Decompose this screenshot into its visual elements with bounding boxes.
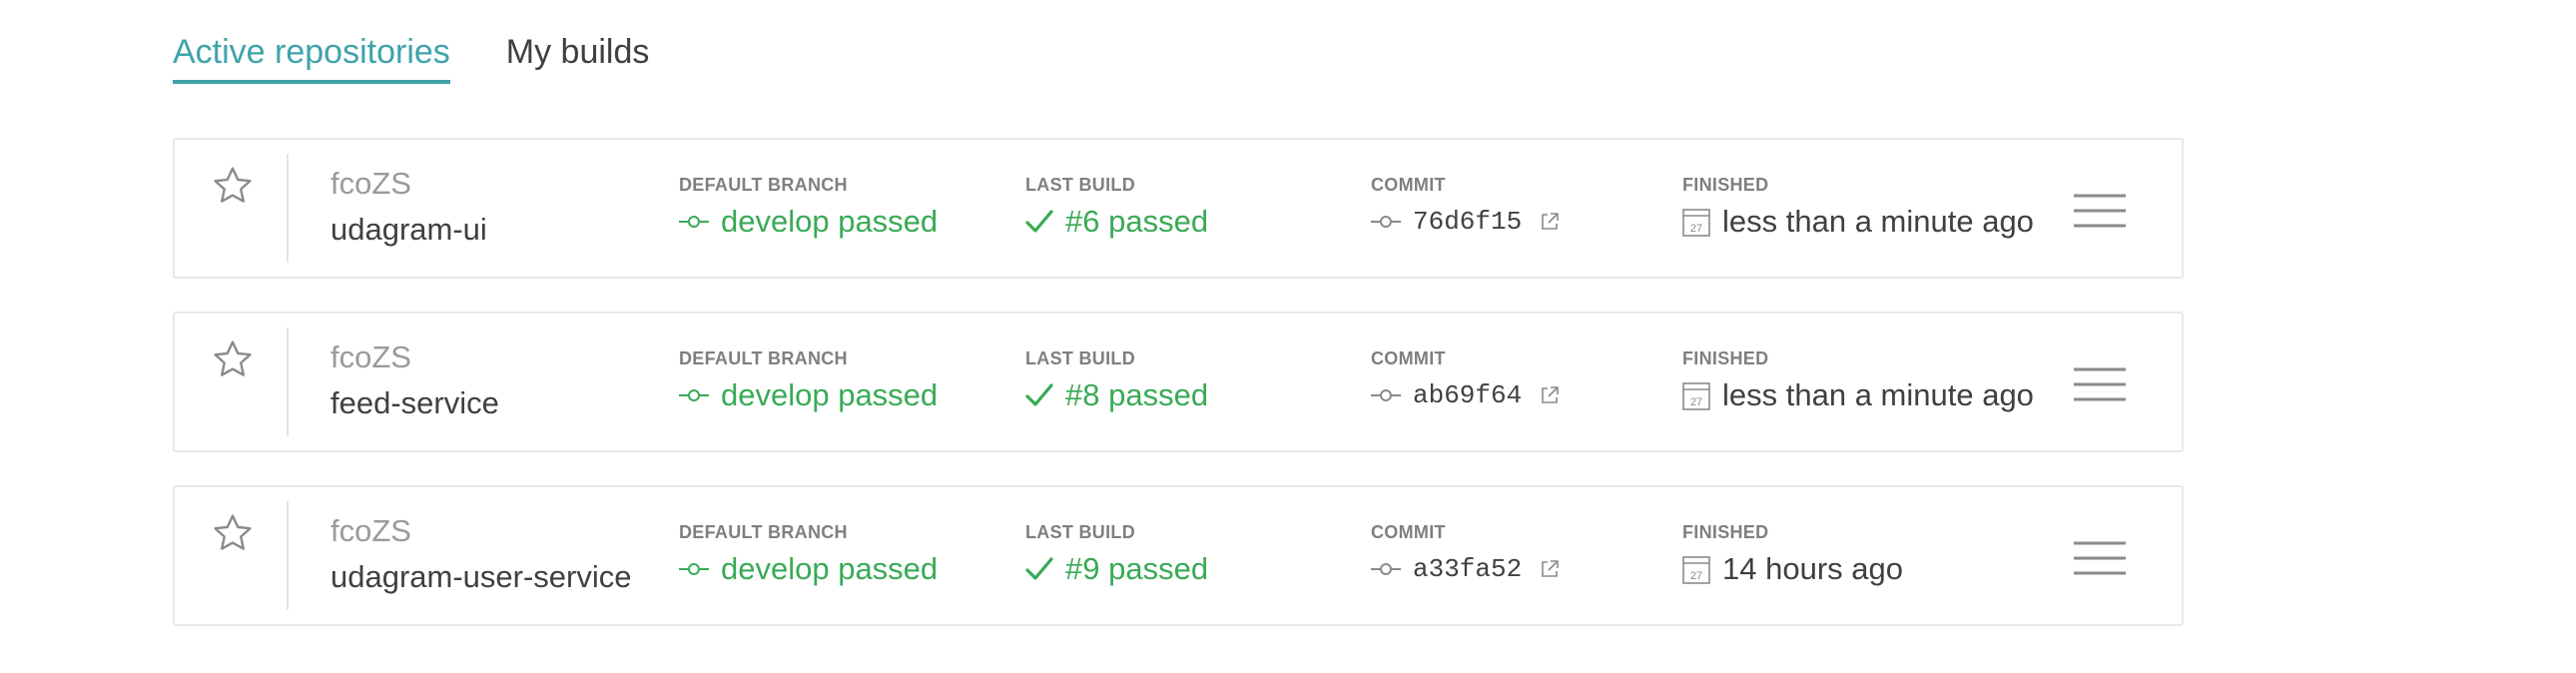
- repository-list: fcoZS udagram-ui DEFAULT BRANCH develop …: [173, 138, 2184, 659]
- commit-icon: [1371, 216, 1401, 228]
- commit-sha-link[interactable]: 76d6f15: [1413, 202, 1522, 242]
- build-status-link[interactable]: #9 passed: [1025, 549, 1208, 589]
- external-link-icon[interactable]: [1540, 385, 1560, 405]
- tab-my-builds[interactable]: My builds: [506, 28, 650, 80]
- tab-active-repositories[interactable]: Active repositories: [173, 28, 450, 84]
- finished-value: 27 14 hours ago: [1682, 549, 1903, 589]
- repository-name[interactable]: udagram-ui: [330, 212, 487, 248]
- divider: [287, 328, 289, 436]
- branch-status-text: develop passed: [721, 377, 939, 412]
- default-branch-label: DEFAULT BRANCH: [679, 348, 848, 368]
- default-branch-label: DEFAULT BRANCH: [679, 522, 848, 542]
- last-build-label: LAST BUILD: [1025, 348, 1135, 368]
- calendar-icon: 27: [1682, 382, 1710, 410]
- default-branch-label: DEFAULT BRANCH: [679, 175, 848, 195]
- branch-status-link[interactable]: develop passed: [679, 375, 938, 415]
- branch-status-text: develop passed: [721, 204, 939, 239]
- svg-text:27: 27: [1690, 223, 1702, 235]
- branch-commit-icon: [679, 563, 709, 575]
- repository-owner: fcoZS: [330, 166, 411, 201]
- finished-time: 14 hours ago: [1722, 551, 1903, 586]
- repository-owner: fcoZS: [330, 513, 411, 548]
- commit-column: COMMIT a33fa52: [1371, 521, 1560, 589]
- external-link-icon[interactable]: [1540, 212, 1560, 232]
- finished-time: less than a minute ago: [1722, 377, 2034, 412]
- svg-text:27: 27: [1690, 396, 1702, 408]
- build-status-link[interactable]: #6 passed: [1025, 202, 1208, 242]
- repository-card: fcoZS udagram-user-service DEFAULT BRANC…: [173, 485, 2184, 626]
- finished-column: FINISHED 27 less than a minute ago: [1682, 174, 2034, 242]
- last-build-column: LAST BUILD #6 passed: [1025, 174, 1208, 242]
- calendar-icon: 27: [1682, 209, 1710, 237]
- branch-status-text: develop passed: [721, 551, 939, 586]
- finished-value: 27 less than a minute ago: [1682, 202, 2034, 242]
- tab-bar: Active repositories My builds: [173, 28, 649, 84]
- finished-time: less than a minute ago: [1722, 204, 2034, 239]
- build-status-text: #6 passed: [1065, 204, 1209, 239]
- divider: [287, 501, 289, 610]
- star-icon[interactable]: [211, 511, 255, 555]
- finished-value: 27 less than a minute ago: [1682, 375, 2034, 415]
- commit-label: COMMIT: [1371, 175, 1446, 195]
- build-status-text: #9 passed: [1065, 551, 1209, 586]
- last-build-label: LAST BUILD: [1025, 175, 1135, 195]
- branch-commit-icon: [679, 389, 709, 401]
- commit-column: COMMIT 76d6f15: [1371, 174, 1560, 242]
- finished-label: FINISHED: [1682, 348, 1769, 368]
- branch-commit-icon: [679, 216, 709, 228]
- build-status-text: #8 passed: [1065, 377, 1209, 412]
- commit-column: COMMIT ab69f64: [1371, 347, 1560, 415]
- finished-label: FINISHED: [1682, 175, 1769, 195]
- commit-icon: [1371, 389, 1401, 401]
- hamburger-menu-icon[interactable]: [2072, 540, 2128, 576]
- repository-name[interactable]: udagram-user-service: [330, 559, 632, 595]
- finished-column: FINISHED 27 14 hours ago: [1682, 521, 1903, 589]
- branch-status-link[interactable]: develop passed: [679, 549, 938, 589]
- branch-status-link[interactable]: develop passed: [679, 202, 938, 242]
- check-icon: [1025, 383, 1053, 406]
- commit-value: 76d6f15: [1371, 202, 1560, 242]
- commit-icon: [1371, 563, 1401, 575]
- check-icon: [1025, 210, 1053, 233]
- hamburger-menu-icon[interactable]: [2072, 366, 2128, 402]
- commit-value: a33fa52: [1371, 549, 1560, 589]
- repository-owner: fcoZS: [330, 339, 411, 374]
- commit-sha-link[interactable]: ab69f64: [1413, 375, 1522, 415]
- check-icon: [1025, 557, 1053, 580]
- repository-card: fcoZS udagram-ui DEFAULT BRANCH develop …: [173, 138, 2184, 279]
- default-branch-column: DEFAULT BRANCH develop passed: [679, 521, 938, 589]
- commit-label: COMMIT: [1371, 348, 1446, 368]
- last-build-column: LAST BUILD #9 passed: [1025, 521, 1208, 589]
- divider: [287, 154, 289, 263]
- default-branch-column: DEFAULT BRANCH develop passed: [679, 174, 938, 242]
- hamburger-menu-icon[interactable]: [2072, 193, 2128, 229]
- external-link-icon[interactable]: [1540, 559, 1560, 579]
- repository-card: fcoZS feed-service DEFAULT BRANCH develo…: [173, 312, 2184, 452]
- star-icon[interactable]: [211, 164, 255, 208]
- calendar-icon: 27: [1682, 556, 1710, 584]
- commit-label: COMMIT: [1371, 522, 1446, 542]
- svg-text:27: 27: [1690, 570, 1702, 582]
- build-status-link[interactable]: #8 passed: [1025, 375, 1208, 415]
- page: Active repositories My builds fcoZS udag…: [0, 0, 2576, 673]
- default-branch-column: DEFAULT BRANCH develop passed: [679, 347, 938, 415]
- last-build-label: LAST BUILD: [1025, 522, 1135, 542]
- star-icon[interactable]: [211, 337, 255, 381]
- last-build-column: LAST BUILD #8 passed: [1025, 347, 1208, 415]
- finished-column: FINISHED 27 less than a minute ago: [1682, 347, 2034, 415]
- repository-name[interactable]: feed-service: [330, 385, 499, 421]
- finished-label: FINISHED: [1682, 522, 1769, 542]
- commit-value: ab69f64: [1371, 375, 1560, 415]
- commit-sha-link[interactable]: a33fa52: [1413, 549, 1522, 589]
